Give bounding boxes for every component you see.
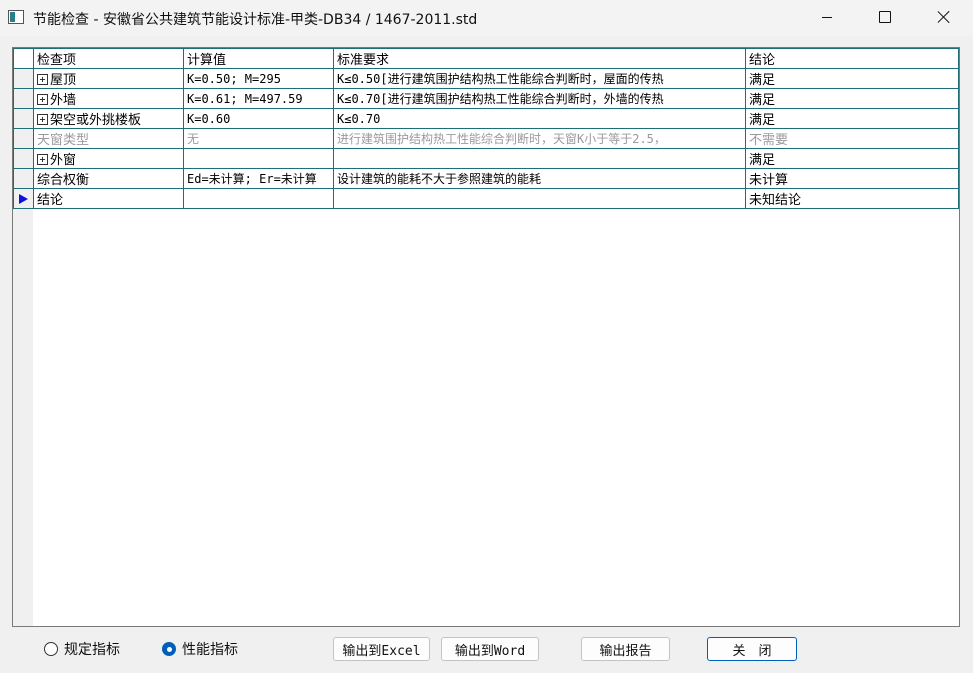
- cell-item-text: 结论: [37, 193, 64, 208]
- row-selector[interactable]: [13, 168, 34, 189]
- table-row[interactable]: 外窗 满足: [13, 148, 959, 169]
- cell-conclusion[interactable]: 未计算: [745, 168, 959, 189]
- cell-conclusion[interactable]: 不需要: [745, 128, 959, 149]
- check-results-grid[interactable]: 检查项 计算值 标准要求 结论 屋顶 K=0.50; M=295 K≤0.50[进行…: [12, 47, 960, 627]
- cell-item[interactable]: 结论: [33, 188, 184, 209]
- row-selector[interactable]: [13, 128, 34, 149]
- cell-requirement[interactable]: 进行建筑围护结构热工性能综合判断时，天窗K小于等于2.5，: [333, 128, 746, 149]
- cell-requirement[interactable]: 设计建筑的能耗不大于参照建筑的能耗: [333, 168, 746, 189]
- export-report-button[interactable]: 输出报告: [581, 637, 670, 661]
- column-header-requirement[interactable]: 标准要求: [333, 48, 746, 69]
- radio-circle-icon: [44, 642, 58, 656]
- cell-item-text: 外窗: [50, 153, 77, 168]
- cell-value[interactable]: K=0.61; M=497.59: [183, 88, 334, 109]
- cell-item-text: 架空或外挑楼板: [50, 113, 142, 128]
- export-excel-button[interactable]: 输出到Excel: [333, 637, 430, 661]
- cell-value[interactable]: K=0.60: [183, 108, 334, 129]
- export-word-button[interactable]: 输出到Word: [441, 637, 539, 661]
- expand-plus-icon[interactable]: [37, 114, 48, 125]
- performance-indicator-radio[interactable]: 性能指标: [162, 639, 238, 659]
- cell-requirement[interactable]: [333, 188, 746, 209]
- cell-item[interactable]: 外窗: [33, 148, 184, 169]
- row-selector[interactable]: [13, 68, 34, 89]
- close-button[interactable]: 关 闭: [707, 637, 797, 661]
- rule-indicator-label: 规定指标: [64, 642, 120, 658]
- column-header-item[interactable]: 检查项: [33, 48, 184, 69]
- cell-value[interactable]: Ed=未计算; Er=未计算: [183, 168, 334, 189]
- maximize-icon: [879, 11, 891, 23]
- title-bar: 节能检查 - 安徽省公共建筑节能设计标准-甲类-DB34 / 1467-2011…: [0, 0, 973, 36]
- expand-plus-icon[interactable]: [37, 154, 48, 165]
- app-icon: [8, 10, 24, 24]
- table-row[interactable]: 架空或外挑楼板 K=0.60 K≤0.70 满足: [13, 108, 959, 129]
- cell-item-text: 天窗类型: [37, 133, 90, 148]
- header-row: 检查项 计算值 标准要求 结论: [13, 48, 959, 69]
- expand-plus-icon[interactable]: [37, 94, 48, 105]
- cell-requirement[interactable]: K≤0.50[进行建筑围护结构热工性能综合判断时，屋面的传热: [333, 68, 746, 89]
- cell-value[interactable]: [183, 188, 334, 209]
- expand-plus-icon[interactable]: [37, 74, 48, 85]
- table-row[interactable]: 结论 未知结论: [13, 188, 959, 209]
- cell-conclusion[interactable]: 未知结论: [745, 188, 959, 209]
- performance-indicator-label: 性能指标: [182, 642, 238, 658]
- radio-circle-icon: [162, 642, 176, 656]
- table-row[interactable]: 综合权衡 Ed=未计算; Er=未计算 设计建筑的能耗不大于参照建筑的能耗 未计算: [13, 168, 959, 189]
- cell-value[interactable]: [183, 148, 334, 169]
- cell-conclusion[interactable]: 满足: [745, 68, 959, 89]
- current-row-arrow-icon: [19, 193, 28, 204]
- maximize-button[interactable]: [856, 0, 914, 34]
- cell-conclusion[interactable]: 满足: [745, 108, 959, 129]
- header-corner: [13, 48, 34, 69]
- minimize-icon: [822, 16, 832, 18]
- bottom-toolbar: 规定指标 性能指标 输出到Excel 输出到Word 输出报告 关 闭: [0, 630, 973, 673]
- row-selector[interactable]: [13, 148, 34, 169]
- results-table: 检查项 计算值 标准要求 结论 屋顶 K=0.50; M=295 K≤0.50[进行…: [13, 48, 959, 209]
- cell-item[interactable]: 天窗类型: [33, 128, 184, 149]
- cell-conclusion[interactable]: 满足: [745, 148, 959, 169]
- cell-item-text: 外墙: [50, 93, 77, 108]
- row-selector[interactable]: [13, 188, 34, 209]
- cell-requirement[interactable]: [333, 148, 746, 169]
- column-header-value[interactable]: 计算值: [183, 48, 334, 69]
- cell-value[interactable]: 无: [183, 128, 334, 149]
- cell-item[interactable]: 外墙: [33, 88, 184, 109]
- row-selector[interactable]: [13, 108, 34, 129]
- column-header-conclusion[interactable]: 结论: [745, 48, 959, 69]
- table-row[interactable]: 外墙 K=0.61; M=497.59 K≤0.70[进行建筑围护结构热工性能综合判…: [13, 88, 959, 109]
- cell-item[interactable]: 综合权衡: [33, 168, 184, 189]
- cell-requirement[interactable]: K≤0.70[进行建筑围护结构热工性能综合判断时，外墙的传热: [333, 88, 746, 109]
- row-selector[interactable]: [13, 88, 34, 109]
- minimize-button[interactable]: [798, 0, 856, 34]
- cell-value[interactable]: K=0.50; M=295: [183, 68, 334, 89]
- table-row[interactable]: 屋顶 K=0.50; M=295 K≤0.50[进行建筑围护结构热工性能综合判断时，…: [13, 68, 959, 89]
- cell-requirement[interactable]: K≤0.70: [333, 108, 746, 129]
- rule-indicator-radio[interactable]: 规定指标: [44, 639, 120, 659]
- close-window-button[interactable]: [914, 0, 972, 34]
- cell-item[interactable]: 屋顶: [33, 68, 184, 89]
- table-row[interactable]: 天窗类型 无进行建筑围护结构热工性能综合判断时，天窗K小于等于2.5， 不需要: [13, 128, 959, 149]
- cell-item[interactable]: 架空或外挑楼板: [33, 108, 184, 129]
- cell-item-text: 屋顶: [50, 73, 77, 88]
- cell-item-text: 综合权衡: [37, 173, 90, 188]
- window-title: 节能检查 - 安徽省公共建筑节能设计标准-甲类-DB34 / 1467-2011…: [33, 12, 478, 28]
- close-icon: [937, 11, 949, 23]
- cell-conclusion[interactable]: 满足: [745, 88, 959, 109]
